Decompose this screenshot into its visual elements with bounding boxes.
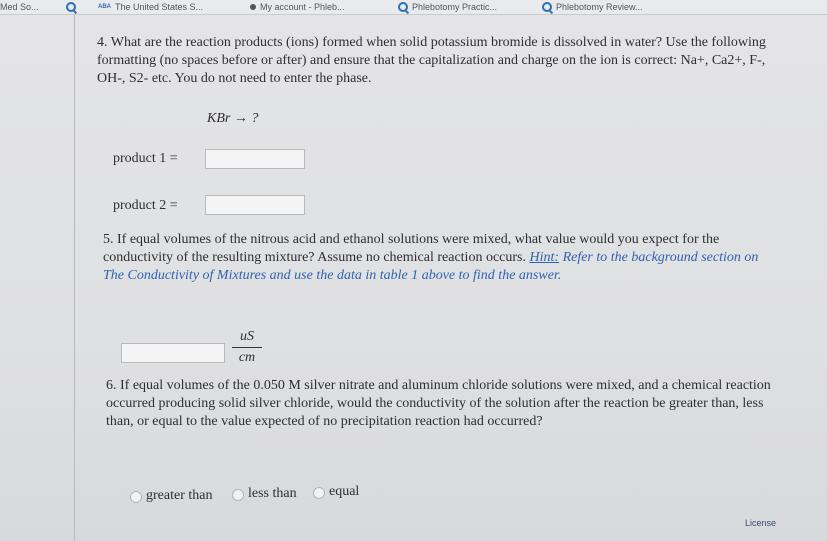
tab-label: The United States S... [115,2,204,12]
tab-label: Phlebotomy Practic... [412,2,498,12]
tab-label: My account - Phleb... [260,2,345,12]
license-link[interactable]: License [745,518,776,528]
unit-numerator: uS [240,329,254,344]
question-6-text: 6. If equal volumes of the 0.050 M silve… [106,378,771,429]
hint-link[interactable]: Hint: [530,250,560,265]
option-less-than-label: less than [248,486,297,501]
tab-label: Med So... [0,2,39,12]
tab-label: Phlebotomy Review... [556,2,643,12]
product-1-label: product 1 = [113,151,178,166]
search-icon [66,2,76,12]
fraction-bar [232,347,262,348]
search-icon [398,2,408,12]
search-icon [542,2,552,12]
question-4-text: 4. What are the reaction products (ions)… [97,35,766,86]
product-1-input[interactable] [205,149,305,169]
question-5: 5. If equal volumes of the nitrous acid … [103,231,778,285]
tab-united-states[interactable]: ABA The United States S... [98,0,203,14]
product-2-input[interactable] [205,195,305,215]
reaction-equation: KBr → ? [207,111,259,126]
unit-fraction: uS cm [232,329,262,366]
radio-less-than[interactable] [232,489,244,501]
dot-icon [250,4,256,10]
radio-equal[interactable] [313,487,325,499]
browser-tab-bar: Med So... ABA The United States S... My … [0,0,827,15]
aba-icon: ABA [98,4,111,10]
option-greater-than-label: greater than [146,488,213,503]
unit-denominator: cm [238,350,256,365]
tab-med-so[interactable]: Med So... [0,0,39,14]
tab-search[interactable] [66,0,76,14]
content-divider [74,15,75,541]
product-2-label: product 2 = [113,198,178,213]
tab-phlebotomy-practice[interactable]: Phlebotomy Practic... [398,0,497,14]
radio-greater-than[interactable] [130,491,142,503]
conductivity-answer-input[interactable] [121,343,225,363]
tab-phlebotomy-review[interactable]: Phlebotomy Review... [542,0,643,14]
tab-my-account[interactable]: My account - Phleb... [250,0,345,14]
option-equal-label: equal [329,484,360,499]
